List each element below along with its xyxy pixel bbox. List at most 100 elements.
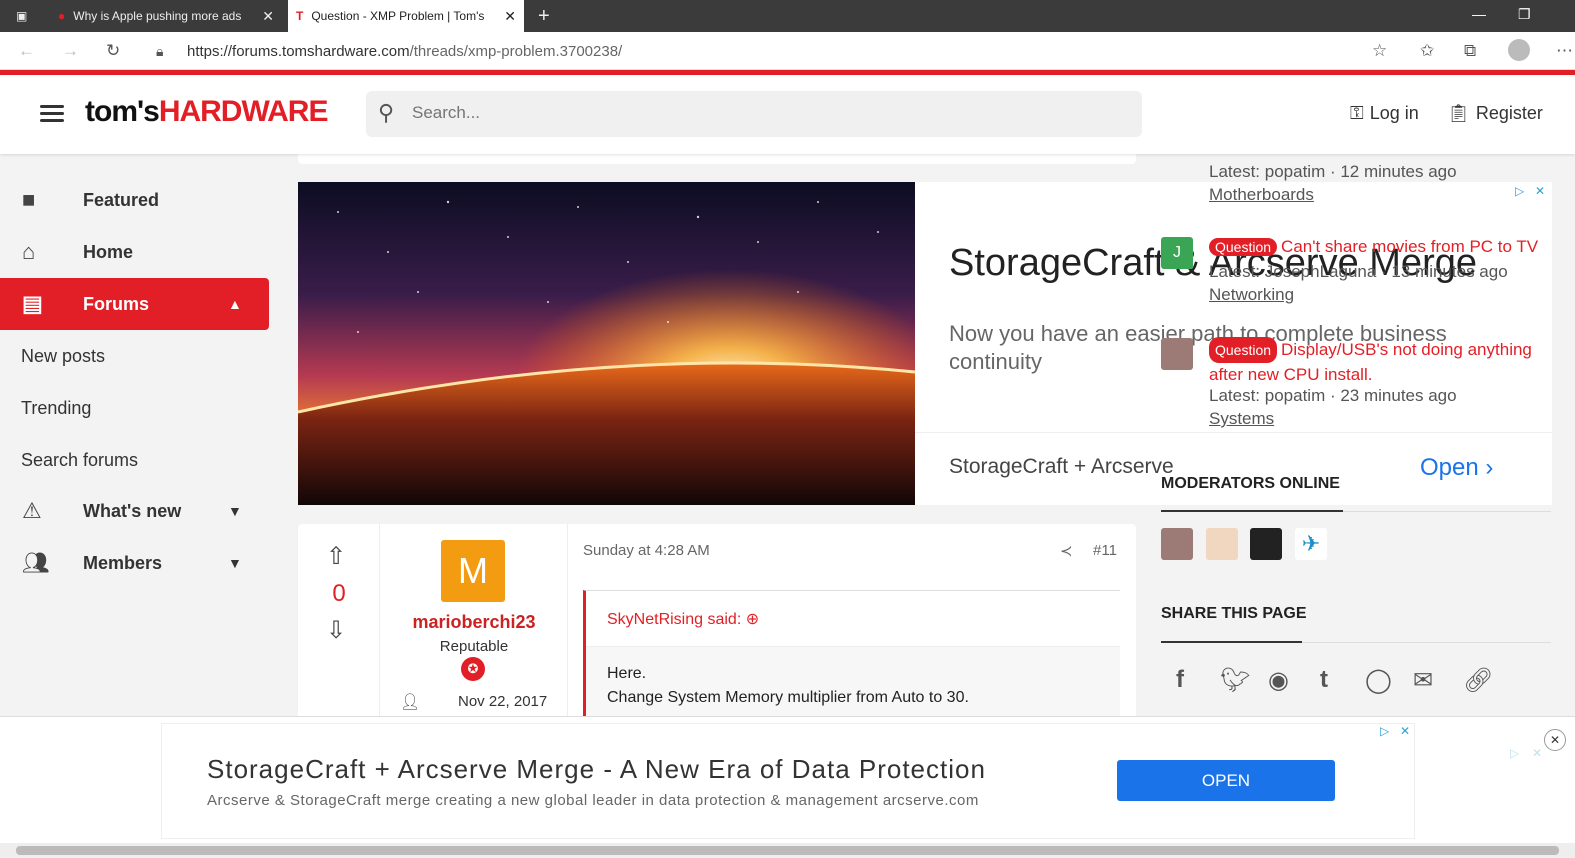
nav-label: What's new xyxy=(83,500,182,521)
moderators-heading: MODERATORS ONLINE xyxy=(1161,475,1340,492)
tab-apple-ads[interactable]: ● Why is Apple pushing more ads ✕ xyxy=(50,0,282,32)
nav-new-posts[interactable]: New posts xyxy=(0,330,269,382)
reddit-icon[interactable]: ◉ xyxy=(1268,666,1289,695)
avatar[interactable] xyxy=(1161,338,1193,370)
bottom-ad[interactable]: ▷ ✕ StorageCraft + Arcserve Merge - A Ne… xyxy=(161,723,1415,839)
bottom-ad-open-button[interactable]: OPEN xyxy=(1117,760,1335,801)
adchoices-icon[interactable]: ▷ xyxy=(1380,724,1389,738)
post-11: ⇧ 0 ⇩ M marioberchi23 Reputable ✪ 👤︎ Nov… xyxy=(298,524,1136,737)
twitter-icon[interactable]: 🐦︎ xyxy=(1220,666,1250,695)
tab-title: Question - XMP Problem | Tom's xyxy=(311,9,485,23)
ad-open-button[interactable]: Open › xyxy=(1420,454,1493,482)
people-icon: 👥︎ xyxy=(22,550,50,575)
toms-hardware-favicon-icon: T xyxy=(296,9,304,23)
username-link[interactable]: marioberchi23 xyxy=(380,612,568,633)
alert-message-icon: ⚠︎ xyxy=(22,498,42,523)
horizontal-scrollbar[interactable] xyxy=(0,843,1575,858)
profile-avatar[interactable] xyxy=(1508,39,1530,61)
url-host: https://forums.tomshardware.com xyxy=(187,43,410,60)
tab-actions-icon[interactable]: ▣ xyxy=(8,0,38,32)
site-logo[interactable]: tom'sHARDWARE xyxy=(85,95,329,129)
adchoices-icon[interactable]: ▷ xyxy=(1515,184,1524,198)
logo-hardware: HARDWARE xyxy=(158,95,329,128)
whatsapp-icon[interactable]: ◯ xyxy=(1365,666,1392,695)
post-number[interactable]: #11 xyxy=(1093,542,1117,559)
link-icon[interactable]: 🔗︎ xyxy=(1463,666,1493,695)
lock-icon[interactable]: 🔒︎ xyxy=(156,43,163,60)
adchoices-icon[interactable]: ▷ xyxy=(1510,746,1519,760)
favorites-icon[interactable]: ✩ xyxy=(1420,41,1434,61)
close-icon[interactable]: ✕ xyxy=(1544,729,1566,751)
reputation-badge-icon: ✪ xyxy=(461,657,485,681)
more-icon[interactable]: ⋯ xyxy=(1556,41,1573,61)
back-icon[interactable]: ← xyxy=(18,41,35,61)
shield-icon: ● xyxy=(58,9,66,23)
register-link[interactable]: 📋︎ Register xyxy=(1447,103,1543,124)
quote-line: Here. xyxy=(607,665,647,682)
quote-author[interactable]: SkyNetRising said: ⊕ xyxy=(607,609,759,629)
nav-forums[interactable]: ▤ Forums ▲ xyxy=(0,278,269,330)
nav-search-forums[interactable]: Search forums xyxy=(0,434,269,486)
vote-column: ⇧ 0 ⇩ xyxy=(298,524,380,724)
share-heading: SHARE THIS PAGE xyxy=(1161,605,1307,622)
address-bar: ← → ↻ 🔒︎ https://forums.tomshardware.com… xyxy=(0,32,1575,70)
chevron-down-icon[interactable]: ▼ xyxy=(228,555,242,571)
nav-label: Trending xyxy=(21,397,92,418)
minimize-icon[interactable]: — xyxy=(1472,6,1486,22)
quote-block: SkyNetRising said: ⊕ Here. Change System… xyxy=(583,590,1120,737)
new-tab-icon[interactable]: + xyxy=(530,0,558,32)
forum-link[interactable]: Networking xyxy=(1209,285,1294,305)
tab-xmp-problem[interactable]: T Question - XMP Problem | Tom's ✕ xyxy=(288,0,524,32)
post-date[interactable]: Sunday at 4:28 AM xyxy=(583,542,710,559)
user-title: Reputable xyxy=(439,638,509,655)
tab-title: Why is Apple pushing more ads xyxy=(73,9,242,23)
upvote-arrow-icon[interactable]: ⇧ xyxy=(326,542,346,571)
folder-icon: ■ xyxy=(22,187,36,212)
nav-featured[interactable]: ■ Featured xyxy=(0,174,269,226)
moderator-avatar[interactable] xyxy=(1250,528,1282,560)
maximize-icon[interactable]: ❐ xyxy=(1518,6,1531,23)
collections-icon[interactable]: ⧉ xyxy=(1464,41,1476,61)
nav-home[interactable]: ⌂ Home xyxy=(0,226,269,278)
ad-close-icon[interactable]: ✕ xyxy=(1532,746,1542,760)
hummingbird-avatar-icon[interactable]: ✈︎ xyxy=(1295,528,1327,560)
moderator-avatar[interactable] xyxy=(1161,528,1193,560)
scrollbar-thumb[interactable] xyxy=(16,846,1559,855)
search-icon: ⚲ xyxy=(378,100,395,125)
url-field[interactable]: https://forums.tomshardware.com/threads/… xyxy=(187,43,622,60)
close-icon[interactable]: ✕ xyxy=(262,8,274,25)
nav-trending[interactable]: Trending xyxy=(0,382,269,434)
facebook-icon[interactable]: f xyxy=(1176,666,1184,694)
nav-members[interactable]: 👥︎ Members ▼ xyxy=(0,537,269,589)
moderator-avatar[interactable] xyxy=(1206,528,1238,560)
login-link[interactable]: ⚿ Log in xyxy=(1350,103,1419,124)
galaxy-sunrise-image xyxy=(298,182,915,505)
avatar[interactable]: J xyxy=(1161,237,1193,269)
ad-image[interactable] xyxy=(298,182,915,505)
search-box[interactable]: ⚲ xyxy=(366,91,1142,137)
search-input[interactable] xyxy=(412,103,1112,123)
tumblr-icon[interactable]: t xyxy=(1320,666,1328,694)
forward-icon[interactable]: → xyxy=(62,41,79,61)
thread-title-link[interactable]: Question Display/USB's not doing anything… xyxy=(1209,337,1554,387)
chevron-down-icon[interactable]: ▼ xyxy=(228,503,242,519)
ad-close-icon[interactable]: ✕ xyxy=(1535,184,1545,198)
chevron-right-icon: › xyxy=(1485,454,1494,481)
downvote-arrow-icon[interactable]: ⇩ xyxy=(326,616,346,645)
forum-link[interactable]: Systems xyxy=(1209,409,1274,429)
share-icon[interactable]: ≺ xyxy=(1060,542,1073,560)
thread-title-link[interactable]: Question Can't share movies from PC to TV xyxy=(1209,237,1538,257)
hamburger-menu-icon[interactable] xyxy=(40,105,64,123)
nav-whats-new[interactable]: ⚠︎ What's new ▼ xyxy=(0,485,269,537)
close-icon[interactable]: ✕ xyxy=(504,8,516,25)
favorite-star-icon[interactable]: ☆ xyxy=(1372,41,1387,61)
refresh-icon[interactable]: ↻ xyxy=(106,41,120,61)
ad-close-icon[interactable]: ✕ xyxy=(1400,724,1410,738)
forum-link[interactable]: Motherboards xyxy=(1209,185,1314,205)
thread-title: Can't share movies from PC to TV xyxy=(1281,237,1539,256)
email-icon[interactable]: ✉ xyxy=(1413,666,1433,695)
heading-underline xyxy=(1161,510,1343,512)
avatar[interactable]: M xyxy=(441,540,505,602)
chevron-up-icon[interactable]: ▲ xyxy=(228,296,242,312)
thread-latest: Latest: popatim · 12 minutes ago xyxy=(1209,162,1457,181)
